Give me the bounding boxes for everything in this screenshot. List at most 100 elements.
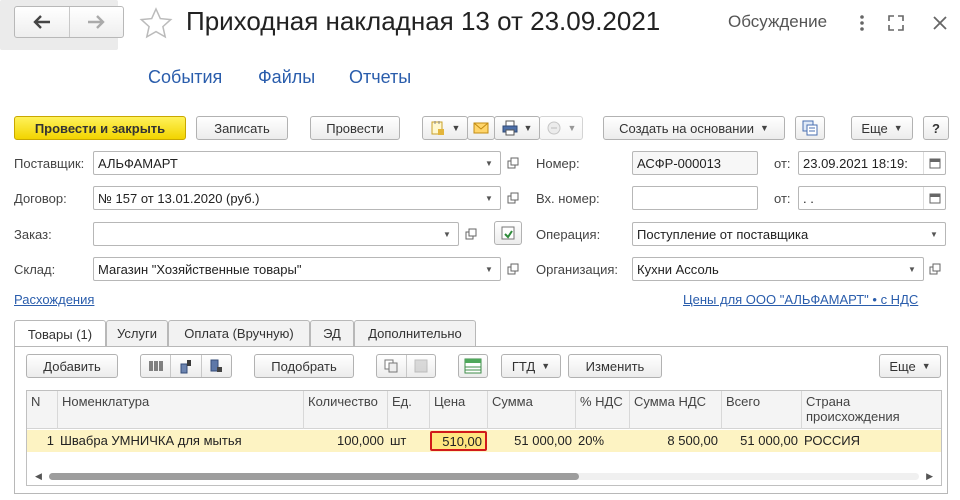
- operation-field[interactable]: Поступление от поставщика ▼: [632, 222, 946, 246]
- scroll-right-icon[interactable]: ▶: [926, 471, 933, 482]
- order-field[interactable]: ▼: [93, 222, 459, 246]
- table-settings-button[interactable]: [458, 354, 488, 378]
- email-button[interactable]: [467, 116, 495, 140]
- cell-sum[interactable]: 51 000,00: [487, 430, 575, 452]
- supplier-field[interactable]: АЛЬФАМАРТ ▼: [93, 151, 501, 175]
- goods-table[interactable]: N Номенклатура Количество Ед. Цена Сумма…: [26, 390, 942, 486]
- warehouse-field[interactable]: Магазин "Хозяйственные товары" ▼: [93, 257, 501, 281]
- discrepancies-link[interactable]: Расхождения: [14, 292, 94, 307]
- supplier-value: АЛЬФАМАРТ: [98, 155, 178, 171]
- chevron-down-icon[interactable]: ▼: [923, 223, 945, 245]
- print-dropdown-button[interactable]: ▼: [494, 116, 540, 140]
- status-dropdown-button[interactable]: ▼: [539, 116, 583, 140]
- hierarchy-icon: [802, 120, 818, 136]
- chevron-down-icon[interactable]: ▼: [901, 258, 923, 280]
- organization-field[interactable]: Кухни Ассоль ▼: [632, 257, 924, 281]
- post-and-close-button[interactable]: Провести и закрыть: [14, 116, 186, 140]
- open-organization-button[interactable]: [925, 259, 945, 279]
- section-events[interactable]: События: [148, 67, 222, 88]
- gtd-dropdown-button[interactable]: ГТД ▼: [501, 354, 561, 378]
- col-header-item[interactable]: Номенклатура: [57, 391, 303, 429]
- tab-goods[interactable]: Товары (1): [14, 320, 106, 347]
- chevron-down-icon[interactable]: ▼: [478, 258, 500, 280]
- col-header-sum[interactable]: Сумма: [487, 391, 575, 429]
- incoming-number-field[interactable]: [632, 186, 758, 210]
- save-button[interactable]: Записать: [196, 116, 288, 140]
- paste-button[interactable]: [407, 355, 436, 377]
- col-header-price[interactable]: Цена: [429, 391, 487, 429]
- create-based-on-button[interactable]: Создать на основании ▼: [603, 116, 785, 140]
- tab-edi[interactable]: ЭД: [310, 320, 354, 346]
- open-order-button[interactable]: [461, 224, 481, 244]
- col-header-country[interactable]: Страна происхождения: [801, 391, 941, 429]
- open-supplier-button[interactable]: [503, 153, 523, 173]
- tab-additional[interactable]: Дополнительно: [354, 320, 476, 346]
- navigation-group: [14, 6, 124, 38]
- scroll-left-icon[interactable]: ◀: [35, 471, 42, 482]
- expand-icon[interactable]: [886, 13, 906, 33]
- open-contract-button[interactable]: [503, 188, 523, 208]
- incoming-date-field[interactable]: . .: [798, 186, 946, 210]
- change-button[interactable]: Изменить: [568, 354, 662, 378]
- discussion-link[interactable]: Обсуждение: [728, 12, 827, 32]
- section-reports[interactable]: Отчеты: [349, 67, 411, 88]
- horizontal-scrollbar[interactable]: ◀ ▶: [35, 471, 933, 481]
- structure-button[interactable]: [795, 116, 825, 140]
- fill-order-button[interactable]: [494, 221, 522, 245]
- back-button[interactable]: [15, 7, 69, 37]
- incoming-date-label: от:: [774, 191, 791, 206]
- organization-label: Организация:: [536, 262, 619, 277]
- scanner-button[interactable]: [171, 355, 202, 377]
- chevron-down-icon[interactable]: ▼: [478, 187, 500, 209]
- cell-vat-sum[interactable]: 8 500,00: [629, 430, 721, 452]
- number-field[interactable]: АСФР-000013: [632, 151, 758, 175]
- star-icon[interactable]: [139, 7, 173, 39]
- cell-unit[interactable]: шт: [387, 430, 429, 452]
- document-icon: [431, 121, 444, 135]
- col-header-unit[interactable]: Ед.: [387, 391, 429, 429]
- cell-total[interactable]: 51 000,00: [721, 430, 801, 452]
- open-warehouse-button[interactable]: [503, 259, 523, 279]
- date-field[interactable]: 23.09.2021 18:19:: [798, 151, 946, 175]
- cell-price-editing[interactable]: 510,00: [430, 431, 487, 451]
- col-header-vat-sum[interactable]: Сумма НДС: [629, 391, 721, 429]
- col-header-qty[interactable]: Количество: [303, 391, 387, 429]
- kebab-menu-icon[interactable]: [852, 13, 872, 33]
- cell-vat-rate[interactable]: 20%: [575, 430, 629, 452]
- cell-country[interactable]: РОССИЯ: [801, 430, 941, 452]
- col-header-vat-rate[interactable]: % НДС: [575, 391, 629, 429]
- calendar-button[interactable]: [923, 187, 945, 209]
- incoming-number-label: Вх. номер:: [536, 191, 600, 206]
- gtd-label: ГТД: [511, 358, 536, 374]
- col-header-n[interactable]: N: [27, 391, 57, 429]
- number-value: АСФР-000013: [637, 155, 722, 171]
- contract-field[interactable]: № 157 от 13.01.2020 (руб.) ▼: [93, 186, 501, 210]
- documents-dropdown-button[interactable]: ▼: [422, 116, 468, 140]
- table-row[interactable]: 1 Швабра УМНИЧКА для мытья 100,000 шт 51…: [27, 430, 941, 452]
- cell-n[interactable]: 1: [27, 430, 57, 452]
- section-files[interactable]: Файлы: [258, 67, 315, 88]
- number-label: Номер:: [536, 156, 580, 171]
- close-icon[interactable]: [930, 13, 950, 33]
- prices-link[interactable]: Цены для ООО "АЛЬФАМАРТ" • с НДС: [683, 292, 918, 307]
- tab-payment[interactable]: Оплата (Вручную): [168, 320, 310, 346]
- data-collection-button[interactable]: [202, 355, 231, 377]
- barcode-button[interactable]: [141, 355, 172, 377]
- help-button[interactable]: ?: [923, 116, 949, 140]
- goods-more-button[interactable]: Еще ▼: [879, 354, 941, 378]
- add-row-button[interactable]: Добавить: [26, 354, 118, 378]
- tab-services[interactable]: Услуги: [106, 320, 168, 346]
- chevron-down-icon[interactable]: ▼: [478, 152, 500, 174]
- post-button[interactable]: Провести: [310, 116, 400, 140]
- chevron-down-icon[interactable]: ▼: [436, 223, 458, 245]
- pick-items-button[interactable]: Подобрать: [254, 354, 354, 378]
- cell-item[interactable]: Швабра УМНИЧКА для мытья: [57, 430, 303, 452]
- col-header-total[interactable]: Всего: [721, 391, 801, 429]
- operation-label: Операция:: [536, 227, 601, 242]
- calendar-button[interactable]: [923, 152, 945, 174]
- forward-button[interactable]: [68, 7, 124, 37]
- copy-button[interactable]: [377, 355, 407, 377]
- scrollbar-thumb[interactable]: [49, 473, 579, 480]
- more-menu-button[interactable]: Еще ▼: [851, 116, 913, 140]
- cell-qty[interactable]: 100,000: [303, 430, 387, 452]
